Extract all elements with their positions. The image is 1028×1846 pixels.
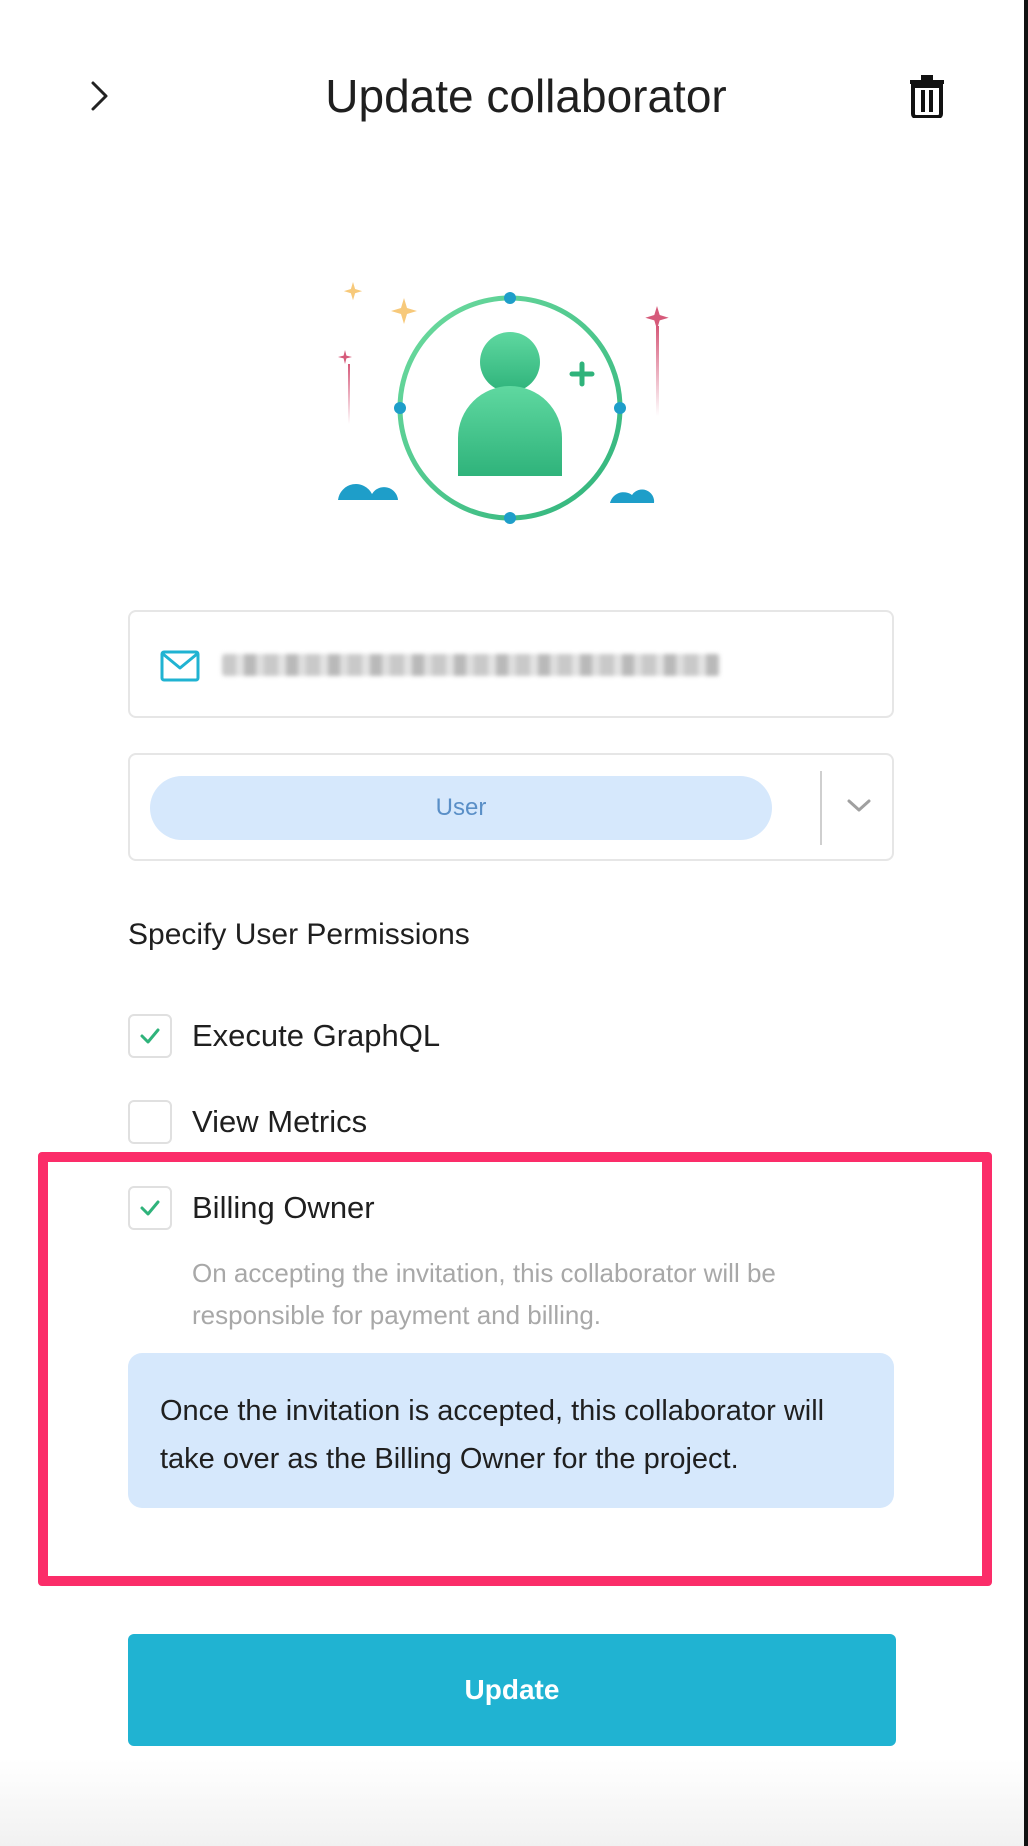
check-icon [140, 1200, 160, 1216]
checkbox-billing-owner[interactable] [128, 1186, 172, 1230]
permission-label: Billing Owner [192, 1190, 375, 1225]
role-pill: User [150, 776, 772, 840]
update-button[interactable]: Update [128, 1634, 896, 1746]
bottom-shadow [0, 1760, 1024, 1846]
permissions-heading: Specify User Permissions [128, 918, 470, 951]
chevron-right-icon[interactable] [80, 78, 116, 114]
update-collaborator-panel: Update collaborator User Specify User Pe… [0, 0, 1024, 1846]
window-edge [1024, 0, 1028, 1846]
trash-icon[interactable] [908, 74, 946, 119]
permission-view-metrics[interactable]: View Metrics [128, 1098, 367, 1146]
permission-label: Execute GraphQL [192, 1018, 441, 1053]
email-field[interactable] [128, 610, 894, 718]
checkbox-execute-graphql[interactable] [128, 1014, 172, 1058]
permission-label: View Metrics [192, 1104, 368, 1139]
add-collaborator-illustration [330, 270, 690, 540]
mail-icon [160, 650, 200, 682]
chevron-down-icon[interactable] [844, 791, 874, 821]
email-value-redacted [222, 654, 720, 676]
checkbox-view-metrics[interactable] [128, 1100, 172, 1144]
check-icon [140, 1028, 160, 1044]
billing-owner-info-banner: Once the invitation is accepted, this co… [128, 1353, 894, 1508]
page-title: Update collaborator [325, 70, 727, 122]
permission-execute-graphql[interactable]: Execute GraphQL [128, 1012, 440, 1060]
role-select[interactable]: User [128, 753, 894, 861]
role-divider [820, 771, 822, 845]
info-text: Once the invitation is accepted, this co… [160, 1395, 825, 1475]
permission-billing-owner[interactable]: Billing Owner [128, 1184, 375, 1232]
billing-owner-description: On accepting the invitation, this collab… [192, 1258, 776, 1330]
